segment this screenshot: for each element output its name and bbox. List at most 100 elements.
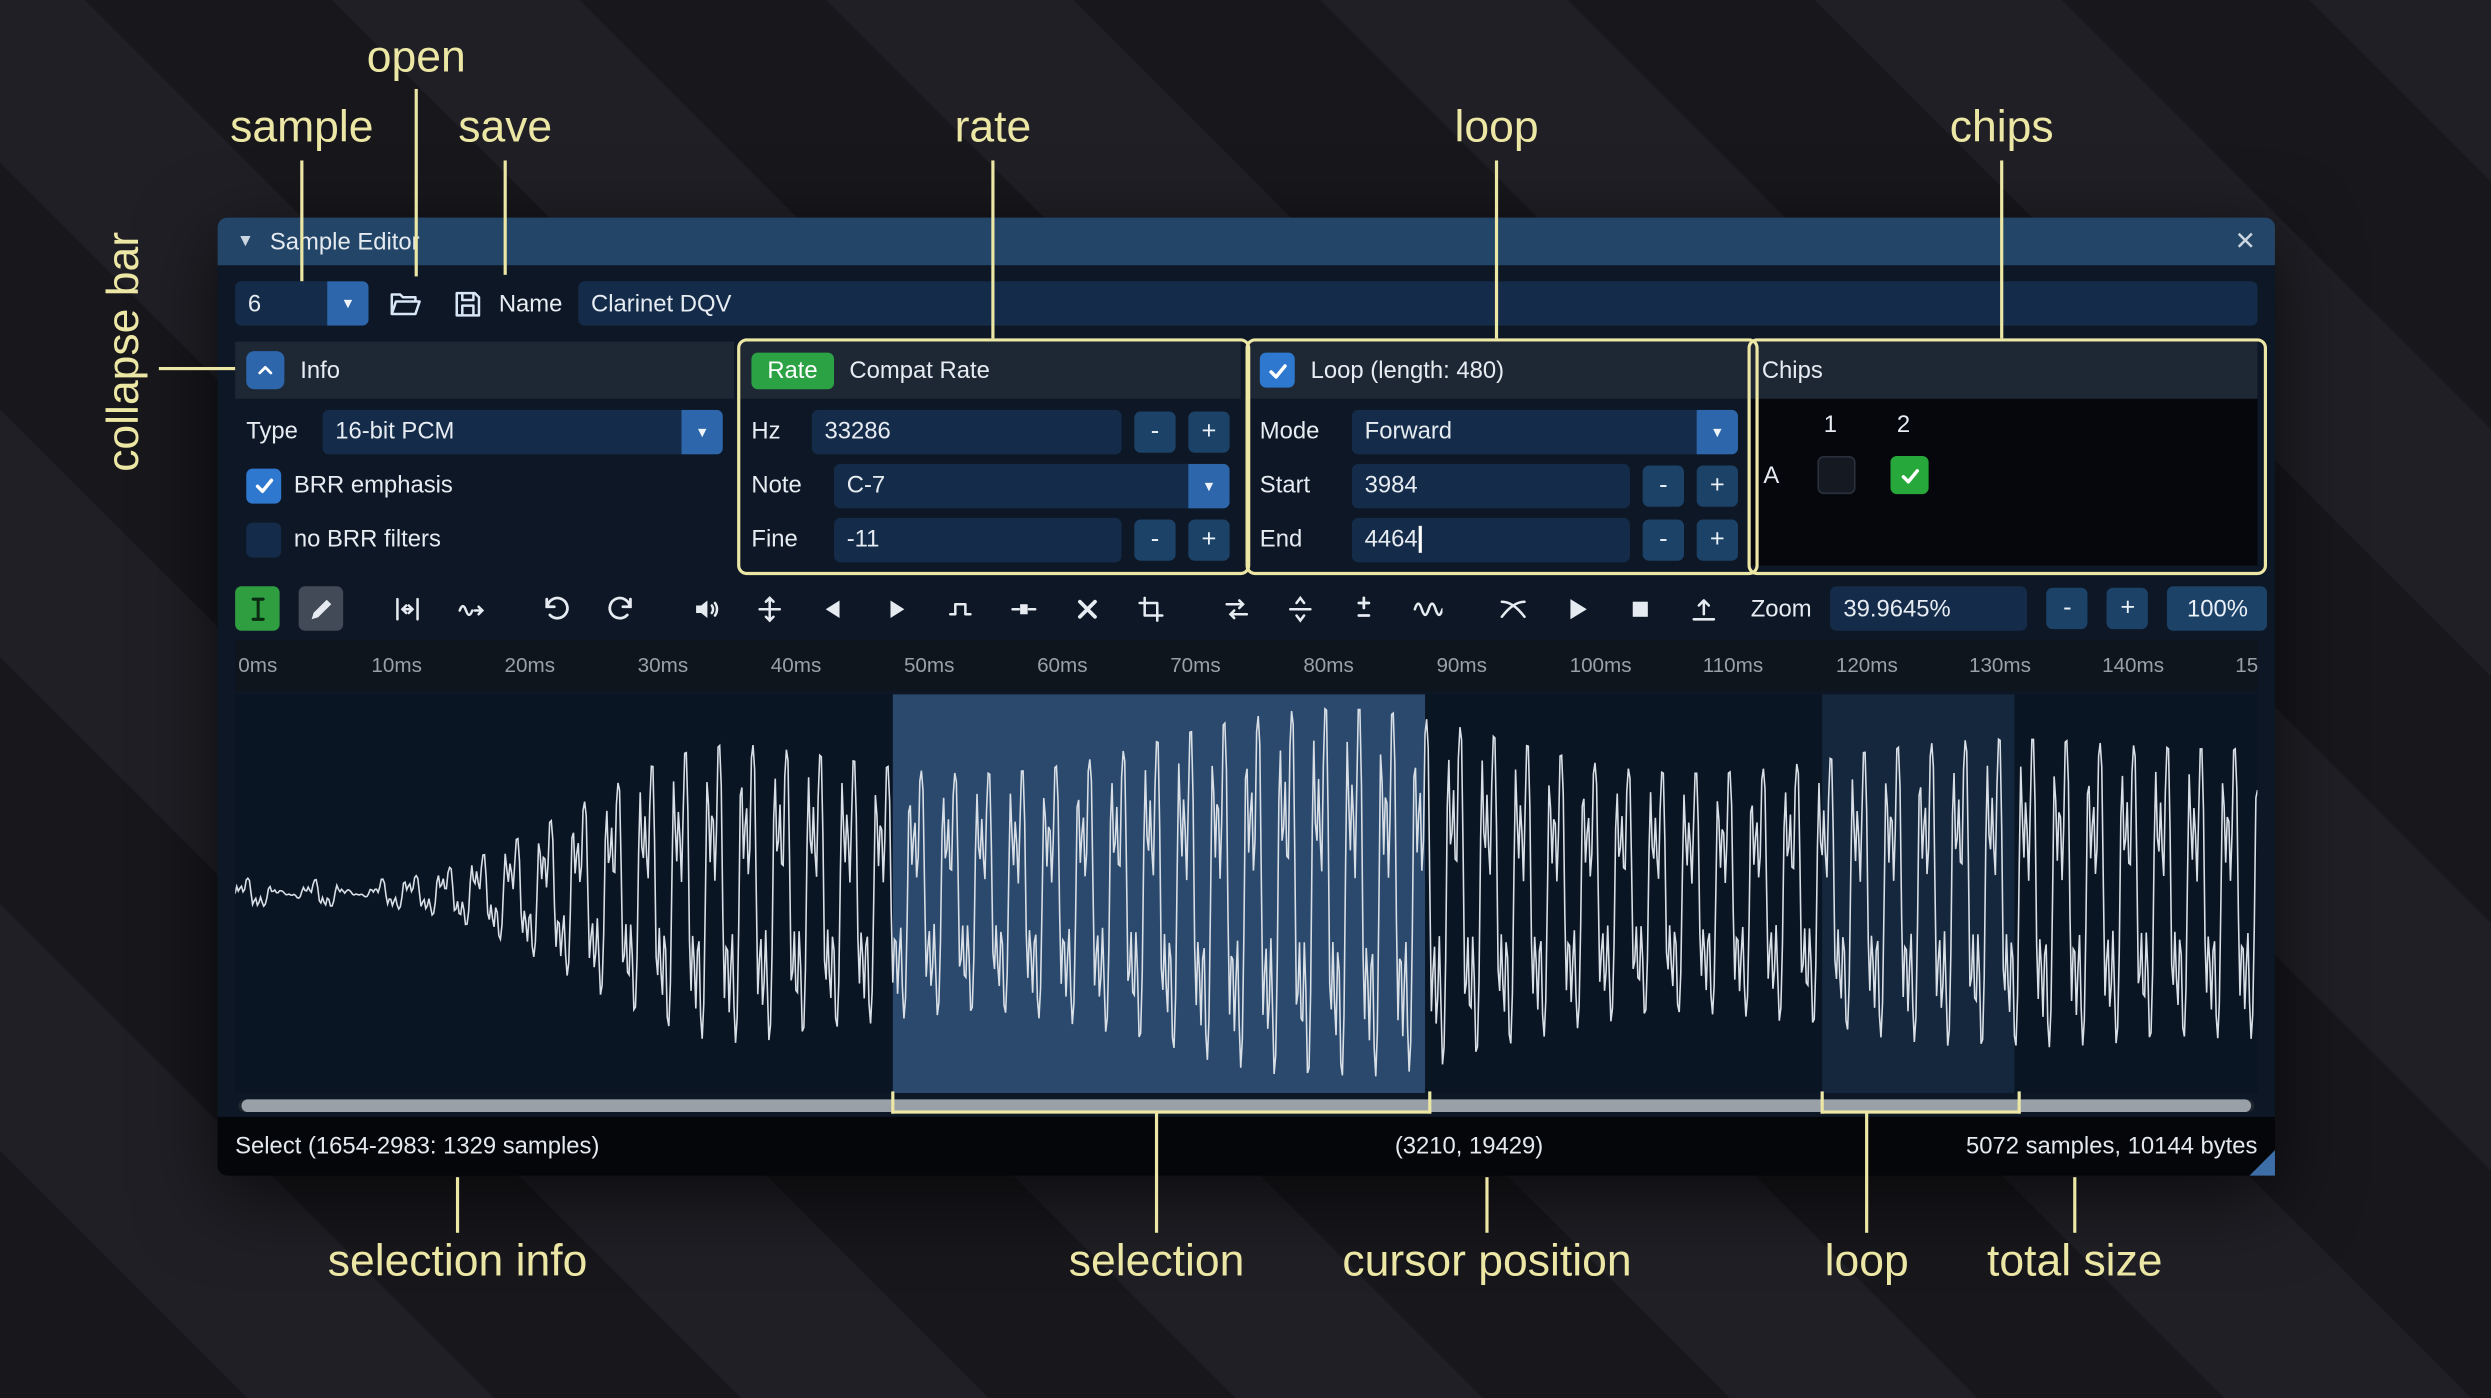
fade-in-button[interactable]	[810, 586, 854, 630]
edit-mode-draw-button[interactable]	[298, 586, 344, 631]
note-dropdown[interactable]: C-7 ▼	[834, 463, 1230, 508]
loop-end-increase-button[interactable]: +	[1696, 518, 1738, 560]
right-triangle-icon	[889, 599, 904, 618]
loop-enable-checkbox[interactable]	[1259, 352, 1295, 388]
x-icon	[1077, 599, 1097, 618]
open-button[interactable]	[381, 281, 425, 325]
hz-increase-button[interactable]: +	[1188, 410, 1230, 452]
amplify-button[interactable]	[683, 586, 727, 630]
resize-grip[interactable]	[2249, 1150, 2275, 1176]
redo-icon	[607, 595, 632, 619]
undo-button[interactable]	[534, 586, 578, 630]
chevron-down-icon[interactable]: ▼	[681, 409, 723, 454]
insert-silence-button[interactable]	[937, 586, 981, 630]
save-button[interactable]	[445, 281, 489, 325]
chip-a2-checkbox[interactable]	[1890, 455, 1929, 495]
delete-button[interactable]	[1064, 586, 1108, 630]
rate-badge[interactable]: Rate	[751, 351, 834, 389]
preview-play-button[interactable]	[1554, 586, 1598, 630]
speaker-icon	[695, 599, 718, 618]
ruler-label: 20ms	[504, 652, 556, 677]
window-collapse-icon[interactable]: ▼	[237, 232, 254, 251]
annotation-bracket-selection	[891, 1091, 1432, 1114]
annotation-loop-bottom: loop	[1824, 1235, 1909, 1286]
type-value: 16-bit PCM	[335, 417, 455, 445]
type-dropdown[interactable]: 16-bit PCM ▼	[322, 409, 723, 454]
apply-filter-button[interactable]	[1404, 586, 1448, 630]
fine-input[interactable]: -11	[834, 517, 1122, 562]
annotation-open: open	[366, 31, 466, 82]
fine-increase-button[interactable]: +	[1188, 518, 1230, 560]
annotation-line-selection-info	[455, 1177, 460, 1233]
brr-emphasis-checkbox[interactable]	[246, 467, 282, 503]
signed-unsigned-button[interactable]	[1341, 586, 1385, 630]
hz-label: Hz	[751, 417, 781, 445]
chip-column-1-label: 1	[1823, 411, 1838, 439]
resize-button[interactable]	[384, 586, 428, 630]
preview-stop-button[interactable]	[1617, 586, 1661, 630]
close-icon[interactable]: ✕	[2235, 226, 2256, 258]
titlebar[interactable]: ▼ Sample Editor ✕	[217, 217, 2275, 266]
collapse-bar-button[interactable]	[246, 351, 285, 390]
sample-editor-window: ▼ Sample Editor ✕ 6 ▼ Name Clarinet DQV	[217, 217, 2275, 1176]
annotation-line-total-size	[2073, 1177, 2077, 1233]
annotation-sample: sample	[230, 101, 374, 151]
annotation-line-sample	[300, 160, 304, 282]
trim-button[interactable]	[1128, 586, 1172, 630]
annotation-total-size: total size	[1987, 1235, 2163, 1286]
apply-silence-button[interactable]	[1001, 586, 1045, 630]
edit-mode-select-button[interactable]	[235, 586, 280, 631]
ruler-label: 140ms	[2102, 652, 2165, 677]
hz-input[interactable]: 33286	[811, 409, 1122, 454]
zoom-input[interactable]: 39.9645%	[1830, 586, 2028, 631]
reverse-button[interactable]	[1214, 586, 1258, 630]
ruler-label: 110ms	[1702, 652, 1764, 677]
sample-selector[interactable]: 6 ▼	[235, 281, 369, 326]
chip-row-a-label: A	[1763, 462, 1780, 490]
loop-start-input[interactable]: 3984	[1351, 463, 1630, 508]
annotation-line-loop-top	[1494, 160, 1499, 339]
text-cursor	[1419, 525, 1423, 553]
zoom-in-button[interactable]: +	[2107, 587, 2149, 630]
chevron-down-icon[interactable]: ▼	[327, 281, 369, 326]
rate-panel: Rate Compat Rate Hz 33286 - + Note C-7 ▼…	[740, 341, 1241, 566]
create-wavetable-button[interactable]	[1681, 586, 1725, 630]
loop-start-increase-button[interactable]: +	[1696, 464, 1738, 506]
selection-info-text: Select (1654-2983: 1329 samples)	[235, 1132, 600, 1160]
zoom-out-button[interactable]: -	[2046, 587, 2089, 630]
chevron-down-icon[interactable]: ▼	[1696, 409, 1738, 454]
cursor-position-text: (3210, 19429)	[1394, 1132, 1544, 1160]
name-value: Clarinet DQV	[591, 289, 732, 317]
invert-button[interactable]	[1277, 586, 1321, 630]
zoom-value: 39.9645%	[1843, 594, 1951, 622]
annotation-line-chips	[2000, 160, 2004, 339]
waveform-view[interactable]	[235, 694, 2258, 1093]
chevron-down-icon[interactable]: ▼	[1188, 463, 1230, 508]
plus-minus-icon	[1356, 595, 1370, 617]
zoom-reset-button[interactable]: 100%	[2167, 586, 2268, 631]
chip-a1-checkbox[interactable]	[1817, 455, 1856, 495]
crossfade-loop-button[interactable]	[1490, 586, 1534, 630]
loop-end-input[interactable]: 4464	[1351, 517, 1630, 562]
normalize-button[interactable]	[747, 586, 791, 630]
redo-button[interactable]	[597, 586, 641, 630]
name-input[interactable]: Clarinet DQV	[578, 281, 2258, 326]
annotation-line-rate	[991, 160, 995, 339]
ruler-label: 40ms	[770, 652, 822, 677]
annotation-line-save	[503, 160, 507, 275]
folder-open-icon	[389, 292, 421, 315]
no-brr-filters-checkbox[interactable]	[246, 521, 282, 557]
loop-start-decrease-button[interactable]: -	[1642, 464, 1684, 506]
resample-icon	[457, 604, 484, 616]
sample-number: 6	[247, 289, 262, 317]
annotation-rate: rate	[954, 101, 1032, 151]
resample-button[interactable]	[448, 586, 492, 630]
fine-decrease-button[interactable]: -	[1134, 518, 1176, 560]
hz-decrease-button[interactable]: -	[1134, 410, 1176, 452]
type-label: Type	[246, 417, 298, 445]
check-icon	[1268, 363, 1286, 378]
info-panel-header: Info	[235, 341, 734, 399]
loop-mode-dropdown[interactable]: Forward ▼	[1351, 409, 1738, 454]
loop-end-decrease-button[interactable]: -	[1642, 518, 1684, 560]
fade-out-button[interactable]	[874, 586, 918, 630]
